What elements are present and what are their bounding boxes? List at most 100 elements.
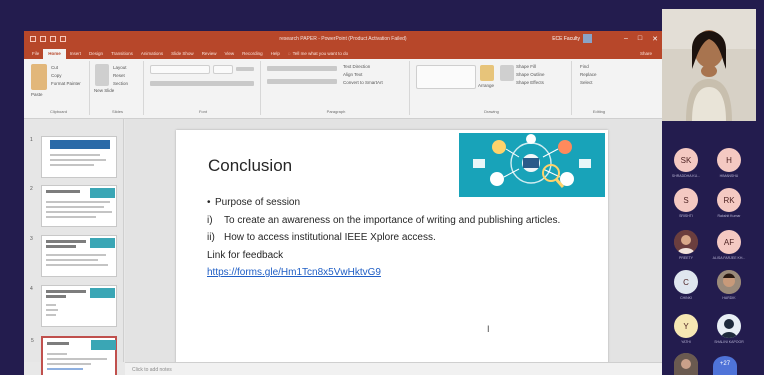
user-name: ECE Faculty [552,35,580,42]
tab-design[interactable]: Design [85,51,107,59]
slide-thumbnail-5[interactable]: 5 [31,336,117,375]
participant-photo [674,353,698,375]
replace-button[interactable]: Replace [580,72,597,77]
convert-smartart-button[interactable]: Convert to SmartArt [343,80,383,85]
window-controls: – □ ✕ [624,35,658,43]
thumbnail-title [46,240,86,243]
slide-number: 5 [31,338,34,344]
participant-initials: C [683,277,689,287]
tab-slide-show[interactable]: Slide Show [167,51,198,59]
select-button[interactable]: Select [580,80,593,85]
quick-styles-icon[interactable] [500,65,514,81]
maximize-icon[interactable]: □ [638,35,642,43]
font-name-select[interactable] [150,65,210,74]
new-slide-icon[interactable] [95,64,109,86]
slide-thumbnail-2[interactable]: 2 [30,185,117,227]
close-icon[interactable]: ✕ [652,35,658,43]
numbered-item-1: i) To create an awareness on the importa… [207,215,567,228]
thumbnail-image [90,288,115,298]
thumbnail-title [47,342,69,345]
thumbnail-title [46,295,66,298]
participant-avatar[interactable]: Y [674,314,698,338]
list-buttons[interactable] [267,66,337,71]
thumbnail-title [46,290,86,293]
participant-name: HIMANSHU [719,174,739,178]
thumbnail-line [47,363,91,365]
notes-pane[interactable]: Click to add notes [125,362,662,375]
clipboard-group: Paste Cut Copy Format Painter Clipboard [28,61,90,115]
participant-avatar[interactable]: S [674,188,698,212]
participant-avatar[interactable]: SK [674,148,698,172]
cut-button[interactable]: Cut [51,65,58,70]
slide-title[interactable]: Conclusion [208,156,292,176]
format-painter-button[interactable]: Format Painter [51,81,81,86]
tab-view[interactable]: View [220,51,238,59]
tab-help[interactable]: Help [267,51,284,59]
arrange-icon[interactable] [480,65,494,81]
paste-icon[interactable] [31,64,47,90]
thumbnail-line [47,353,67,355]
share-button[interactable]: Share [636,51,656,59]
slide-thumbnail-4[interactable]: 4 [30,285,117,327]
align-text-button[interactable]: Align Text [343,72,362,77]
minimize-icon[interactable]: – [624,35,628,43]
slide-number: 2 [30,186,33,192]
feedback-link[interactable]: https://forms.gle/Hm1Tcn8x5VwHktvG9 [207,267,381,280]
thumbnail-line [50,154,100,156]
participant-photo-avatar[interactable] [717,314,741,338]
participant-avatar[interactable]: H [717,148,741,172]
thumbnail-banner [50,140,110,149]
thumbnail-line [47,358,107,360]
tab-transitions[interactable]: Transitions [107,51,137,59]
copy-button[interactable]: Copy [51,73,62,78]
find-button[interactable]: Find [580,64,589,69]
title-bar: research PAPER - PowerPoint (Product Act… [24,31,662,46]
font-format-buttons[interactable] [150,81,254,86]
participant-avatar[interactable]: AF [717,230,741,254]
tab-insert[interactable]: Insert [66,51,85,59]
tab-animations[interactable]: Animations [137,51,167,59]
font-grow-shrink-icon[interactable] [236,67,254,71]
font-size-select[interactable] [213,65,233,74]
tell-me-box[interactable]: ◌ Tell me what you want to do [284,51,352,59]
more-participants-badge[interactable]: +27 [713,356,737,375]
participant-name: Rakshit Kumar [717,214,741,218]
text-cursor-icon: I [487,324,490,334]
tab-home[interactable]: Home [43,49,66,59]
paragraph-group: Text Direction Align Text Convert to Sma… [263,61,410,115]
slide-body[interactable]: • Purpose of session i) To create an awa… [207,197,567,280]
current-slide[interactable]: Conclusion • Purpose of session i) To cr… [176,130,608,375]
participant-avatar[interactable]: RK [717,188,741,212]
tab-review[interactable]: Review [198,51,221,59]
user-account[interactable]: ECE Faculty [552,34,592,43]
shapes-gallery[interactable] [416,65,476,89]
item-text: To create an awareness on the importance… [224,214,561,226]
slide-thumbnail-1[interactable]: 1 [30,136,117,178]
thumbnail-line [46,206,104,208]
thumbnail-title [46,190,80,193]
layout-button[interactable]: Layout [113,65,127,70]
network-illustration-icon [473,134,591,188]
participant-initials: S [683,195,689,205]
tab-recording[interactable]: Recording [238,51,267,59]
reset-button[interactable]: Reset [113,73,125,78]
tab-file[interactable]: File [28,51,43,59]
text-direction-button[interactable]: Text Direction [343,64,370,69]
shape-effects-button[interactable]: Shape Effects [516,80,544,85]
participant-photo-avatar[interactable] [674,353,698,375]
slide-thumbnail-3[interactable]: 3 [30,235,117,277]
font-group-label: Font [198,109,207,114]
ribbon-tabs: File Home Insert Design Transitions Anim… [24,46,662,59]
participant-photo-avatar[interactable] [717,270,741,294]
participant-photo-avatar[interactable] [674,230,698,254]
thumbnail-line [46,259,98,261]
clipboard-group-label: Clipboard [49,109,68,114]
participant-initials: Y [683,321,689,331]
shape-fill-button[interactable]: Shape Fill [516,64,536,69]
section-button[interactable]: Section [113,81,128,86]
participant-avatar[interactable]: C [674,270,698,294]
shape-outline-button[interactable]: Shape Outline [516,72,545,77]
slide-number: 4 [30,286,33,292]
align-buttons[interactable] [267,79,337,84]
participant-name: ALISA FARJEE KH... [712,256,746,260]
